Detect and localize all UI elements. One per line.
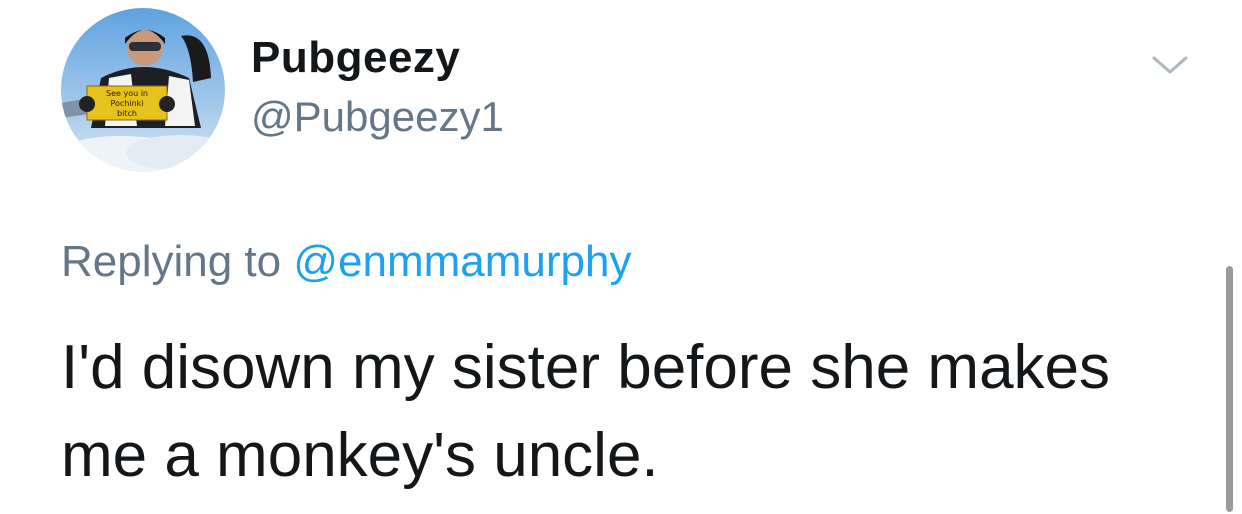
reply-mention-link[interactable]: @enmmamurphy xyxy=(293,237,631,286)
scrollbar[interactable] xyxy=(1226,266,1233,512)
avatar-image: See you in Pochinki bitch xyxy=(61,8,225,172)
user-handle[interactable]: @Pubgeezy1 xyxy=(251,96,504,138)
chevron-down-icon[interactable] xyxy=(1150,50,1190,80)
avatar[interactable]: See you in Pochinki bitch xyxy=(61,8,225,172)
avatar-sign-text-1: See you in xyxy=(106,89,148,98)
replying-to-label: Replying to xyxy=(61,237,294,286)
tweet-card: See you in Pochinki bitch Pubgeezy @Pubg… xyxy=(0,0,1242,514)
avatar-sign-text-2: Pochinki xyxy=(110,99,143,108)
display-name[interactable]: Pubgeezy xyxy=(251,36,460,80)
tweet-text: I'd disown my sister before she makes me… xyxy=(61,333,1111,490)
replying-to-line: Replying to @enmmamurphy xyxy=(61,240,631,284)
avatar-sign-text-3: bitch xyxy=(117,109,137,118)
